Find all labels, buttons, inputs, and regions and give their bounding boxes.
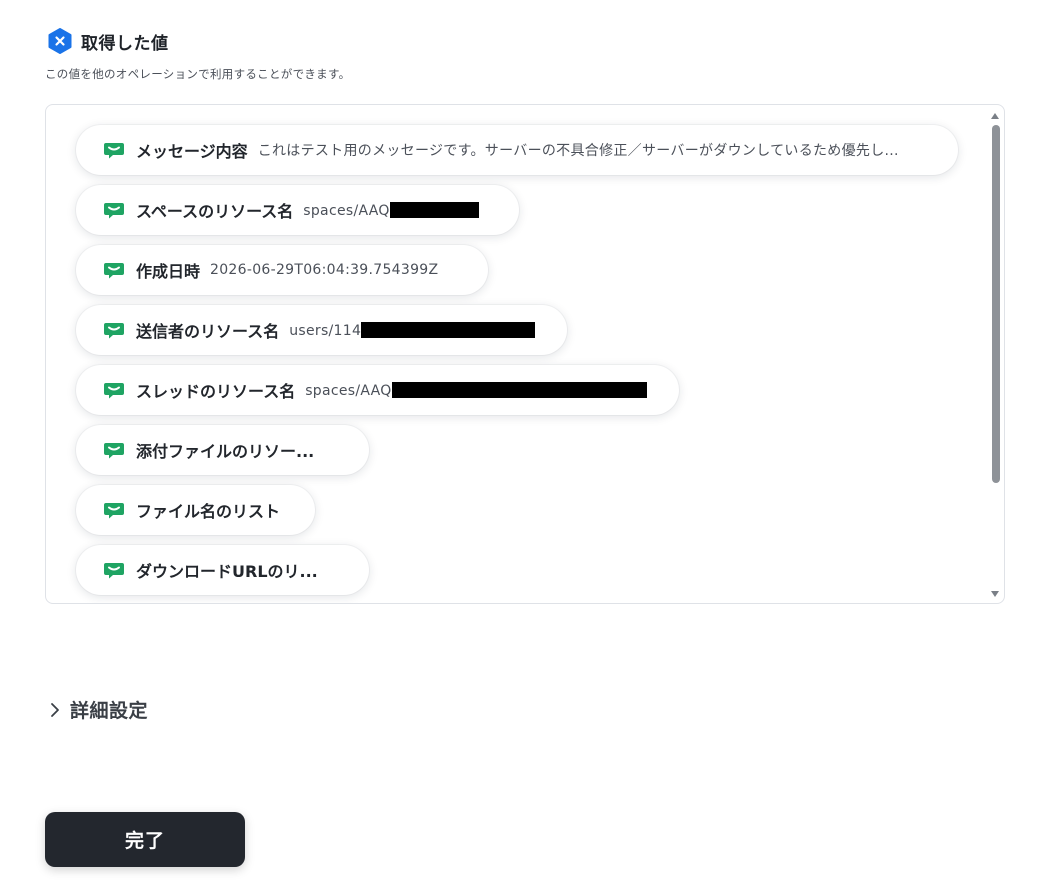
value-item-attachment-resource[interactable]: 添付ファイルのリソー... xyxy=(76,425,369,475)
item-label: スペースのリソース名 xyxy=(136,202,294,221)
scrollbar-thumb[interactable] xyxy=(992,125,1000,483)
value-item-sender-resource-name[interactable]: 送信者のリソース名 users/114 xyxy=(76,305,567,355)
value-item-download-url-list[interactable]: ダウンロードURLのリ... xyxy=(76,545,369,595)
item-label: メッセージ内容 xyxy=(136,142,248,161)
scroll-down-arrow[interactable] xyxy=(991,591,999,597)
value-item-thread-resource-name[interactable]: スレッドのリソース名 spaces/AAQ xyxy=(76,365,679,415)
x-hexagon-icon xyxy=(48,28,72,54)
value-item-space-resource-name[interactable]: スペースのリソース名 spaces/AAQ xyxy=(76,185,519,235)
item-value: これはテスト用のメッセージです。サーバーの不具合修正／サーバーがダウンしているた… xyxy=(257,143,899,159)
item-label: 作成日時 xyxy=(136,262,201,281)
redaction-bar xyxy=(389,201,479,218)
item-label: ダウンロードURLのリ... xyxy=(136,562,318,581)
scroll-up-arrow[interactable] xyxy=(991,113,999,119)
value-item-created-at[interactable]: 作成日時 2026-06-29T06:04:39.754399Z xyxy=(76,245,488,295)
google-chat-icon xyxy=(104,143,124,159)
values-panel: メッセージ内容 これはテスト用のメッセージです。サーバーの不具合修正／サーバーが… xyxy=(45,104,1005,604)
section-header: 取得した値 xyxy=(47,28,169,54)
advanced-settings-label: 詳細設定 xyxy=(70,700,149,722)
item-value: 2026-06-29T06:04:39.754399Z xyxy=(210,262,439,278)
item-label: スレッドのリソース名 xyxy=(136,382,296,401)
item-label: 送信者のリソース名 xyxy=(136,322,280,341)
section-title: 取得した値 xyxy=(81,33,169,54)
item-label: 添付ファイルのリソー... xyxy=(136,442,315,461)
redaction-bar xyxy=(361,321,536,338)
value-item-file-name-list[interactable]: ファイル名のリスト xyxy=(76,485,315,535)
item-value: users/114 xyxy=(289,321,536,339)
google-chat-icon xyxy=(104,563,124,579)
google-chat-icon xyxy=(104,203,124,219)
redaction-bar xyxy=(391,381,647,398)
google-chat-icon xyxy=(104,503,124,519)
google-chat-icon xyxy=(104,263,124,279)
item-value: spaces/AAQ xyxy=(305,381,647,399)
google-chat-icon xyxy=(104,443,124,459)
chevron-right-icon xyxy=(51,702,59,717)
section-subtitle: この値を他のオペレーションで利用することができます。 xyxy=(45,67,351,81)
item-label: ファイル名のリスト xyxy=(136,502,281,521)
value-item-message-content[interactable]: メッセージ内容 これはテスト用のメッセージです。サーバーの不具合修正／サーバーが… xyxy=(76,125,958,175)
google-chat-icon xyxy=(104,323,124,339)
done-button[interactable]: 完了 xyxy=(45,812,245,867)
google-chat-icon xyxy=(104,383,124,399)
item-value: spaces/AAQ xyxy=(303,201,479,219)
advanced-settings-toggle[interactable]: 詳細設定 xyxy=(48,696,148,723)
